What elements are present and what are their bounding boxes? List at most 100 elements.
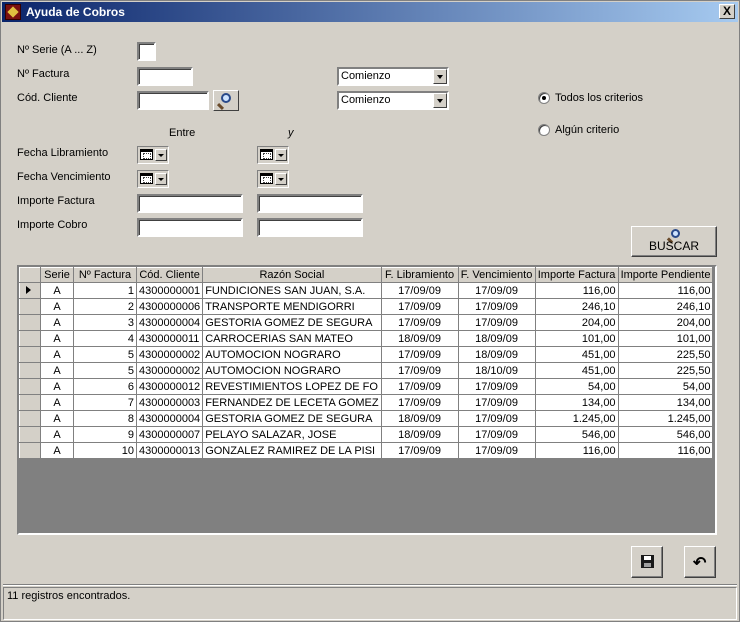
close-button[interactable]: X: [719, 4, 735, 19]
table-row[interactable]: A 8 4300000004 GESTORIA GOMEZ DE SEGURA 18/0…: [19, 410, 714, 427]
row-indicator[interactable]: [19, 362, 41, 379]
cliente-field[interactable]: [137, 91, 209, 110]
table-cell[interactable]: 116,00: [617, 282, 714, 299]
table-cell[interactable]: 17/09/09: [457, 298, 536, 315]
table-cell[interactable]: A: [40, 378, 74, 395]
table-cell[interactable]: 4300000004: [135, 314, 204, 331]
table-cell[interactable]: 17/09/09: [457, 426, 536, 443]
fecha-libramiento-desde[interactable]: [137, 146, 169, 164]
row-indicator[interactable]: [19, 410, 41, 427]
table-cell[interactable]: AUTOMOCION NOGRARO: [202, 362, 382, 379]
chevron-down-icon[interactable]: [155, 173, 167, 185]
table-cell[interactable]: 9: [73, 426, 137, 443]
chevron-down-icon[interactable]: [155, 149, 167, 161]
table-row[interactable]: A 5 4300000002 AUTOMOCION NOGRARO 17/09/09 18…: [19, 362, 714, 379]
table-cell[interactable]: 54,00: [617, 378, 714, 395]
table-cell[interactable]: A: [40, 362, 74, 379]
factura-match-select[interactable]: Comienzo: [337, 67, 449, 86]
table-cell[interactable]: 1.245,00: [534, 410, 619, 427]
radio-todos[interactable]: [538, 92, 550, 104]
row-indicator[interactable]: [19, 442, 41, 459]
table-cell[interactable]: 134,00: [534, 394, 619, 411]
row-indicator[interactable]: [19, 394, 41, 411]
importe-cobro-hasta[interactable]: [257, 218, 363, 237]
table-cell[interactable]: 204,00: [534, 314, 619, 331]
factura-field[interactable]: [137, 67, 193, 86]
cliente-search-button[interactable]: [213, 90, 239, 111]
table-cell[interactable]: 546,00: [534, 426, 619, 443]
table-cell[interactable]: GESTORIA GOMEZ DE SEGURA: [202, 314, 382, 331]
fecha-vencimiento-desde[interactable]: [137, 170, 169, 188]
table-cell[interactable]: 10: [73, 442, 137, 459]
row-indicator[interactable]: [19, 282, 41, 299]
table-cell[interactable]: 204,00: [617, 314, 714, 331]
table-cell[interactable]: A: [40, 426, 74, 443]
radio-todos-label[interactable]: Todos los criterios: [555, 92, 643, 104]
importe-cobro-desde-input[interactable]: [139, 220, 241, 235]
table-cell[interactable]: FERNANDEZ DE LECETA GOMEZ: [202, 394, 382, 411]
column-header[interactable]: Importe Factura: [534, 267, 619, 283]
table-cell[interactable]: 17/09/09: [380, 298, 459, 315]
row-indicator[interactable]: [19, 426, 41, 443]
table-cell[interactable]: FUNDICIONES SAN JUAN, S.A.: [202, 282, 382, 299]
results-grid[interactable]: Serie Nº Factura Cód. Cliente Razón Social F…: [17, 265, 717, 535]
table-cell[interactable]: 101,00: [534, 330, 619, 347]
table-cell[interactable]: 17/09/09: [380, 314, 459, 331]
table-cell[interactable]: A: [40, 314, 74, 331]
column-header[interactable]: F. Vencimiento: [457, 267, 536, 283]
table-row[interactable]: A 7 4300000003 FERNANDEZ DE LECETA GOMEZ 17/…: [19, 394, 714, 411]
table-cell[interactable]: GESTORIA GOMEZ DE SEGURA: [202, 410, 382, 427]
table-cell[interactable]: 4: [73, 330, 137, 347]
column-header[interactable]: Serie: [40, 267, 74, 283]
table-cell[interactable]: 8: [73, 410, 137, 427]
table-cell[interactable]: A: [40, 298, 74, 315]
table-cell[interactable]: 1.245,00: [617, 410, 714, 427]
table-cell[interactable]: 4300000003: [135, 394, 204, 411]
column-header[interactable]: Cód. Cliente: [135, 267, 204, 283]
table-cell[interactable]: 54,00: [534, 378, 619, 395]
table-cell[interactable]: A: [40, 282, 74, 299]
importe-factura-hasta[interactable]: [257, 194, 363, 213]
table-cell[interactable]: 18/09/09: [380, 426, 459, 443]
table-cell[interactable]: A: [40, 394, 74, 411]
table-cell[interactable]: 225,50: [617, 346, 714, 363]
table-cell[interactable]: AUTOMOCION NOGRARO: [202, 346, 382, 363]
table-cell[interactable]: 1: [73, 282, 137, 299]
table-row[interactable]: A 9 4300000007 PELAYO SALAZAR, JOSE 18/09/09…: [19, 426, 714, 443]
table-row[interactable]: A 4 4300000011 CARROCERIAS SAN MATEO 18/09/0…: [19, 330, 714, 347]
importe-factura-hasta-input[interactable]: [259, 196, 361, 211]
table-cell[interactable]: 101,00: [617, 330, 714, 347]
table-cell[interactable]: 18/09/09: [457, 346, 536, 363]
row-indicator[interactable]: [19, 330, 41, 347]
cliente-input[interactable]: [139, 93, 207, 108]
table-cell[interactable]: 17/09/09: [457, 394, 536, 411]
table-cell[interactable]: 17/09/09: [457, 442, 536, 459]
column-header[interactable]: F. Libramiento: [380, 267, 459, 283]
table-cell[interactable]: 225,50: [617, 362, 714, 379]
table-cell[interactable]: 18/10/09: [457, 362, 536, 379]
table-cell[interactable]: GONZALEZ RAMIREZ DE LA PISI: [202, 442, 382, 459]
table-cell[interactable]: 116,00: [534, 282, 619, 299]
table-cell[interactable]: REVESTIMIENTOS LOPEZ DE FO: [202, 378, 382, 395]
table-row[interactable]: A 1 4300000001 FUNDICIONES SAN JUAN, S.A. 17…: [19, 282, 714, 299]
chevron-down-icon[interactable]: [433, 93, 447, 108]
table-cell[interactable]: 451,00: [534, 362, 619, 379]
row-indicator[interactable]: [19, 346, 41, 363]
table-cell[interactable]: 116,00: [617, 442, 714, 459]
radio-alguno-label[interactable]: Algún criterio: [555, 124, 619, 136]
serie-field[interactable]: [137, 42, 156, 61]
cliente-match-select[interactable]: Comienzo: [337, 91, 449, 110]
table-cell[interactable]: 18/09/09: [380, 410, 459, 427]
table-cell[interactable]: 17/09/09: [457, 282, 536, 299]
table-cell[interactable]: A: [40, 442, 74, 459]
table-cell[interactable]: 4300000013: [135, 442, 204, 459]
fecha-vencimiento-hasta[interactable]: [257, 170, 289, 188]
table-cell[interactable]: A: [40, 410, 74, 427]
table-cell[interactable]: 18/09/09: [457, 330, 536, 347]
table-cell[interactable]: 451,00: [534, 346, 619, 363]
table-cell[interactable]: 17/09/09: [380, 362, 459, 379]
column-header[interactable]: Razón Social: [202, 267, 382, 283]
buscar-button[interactable]: BUSCAR: [631, 226, 717, 257]
table-row[interactable]: A 3 4300000004 GESTORIA GOMEZ DE SEGURA 17/0…: [19, 314, 714, 331]
row-indicator[interactable]: [19, 298, 41, 315]
